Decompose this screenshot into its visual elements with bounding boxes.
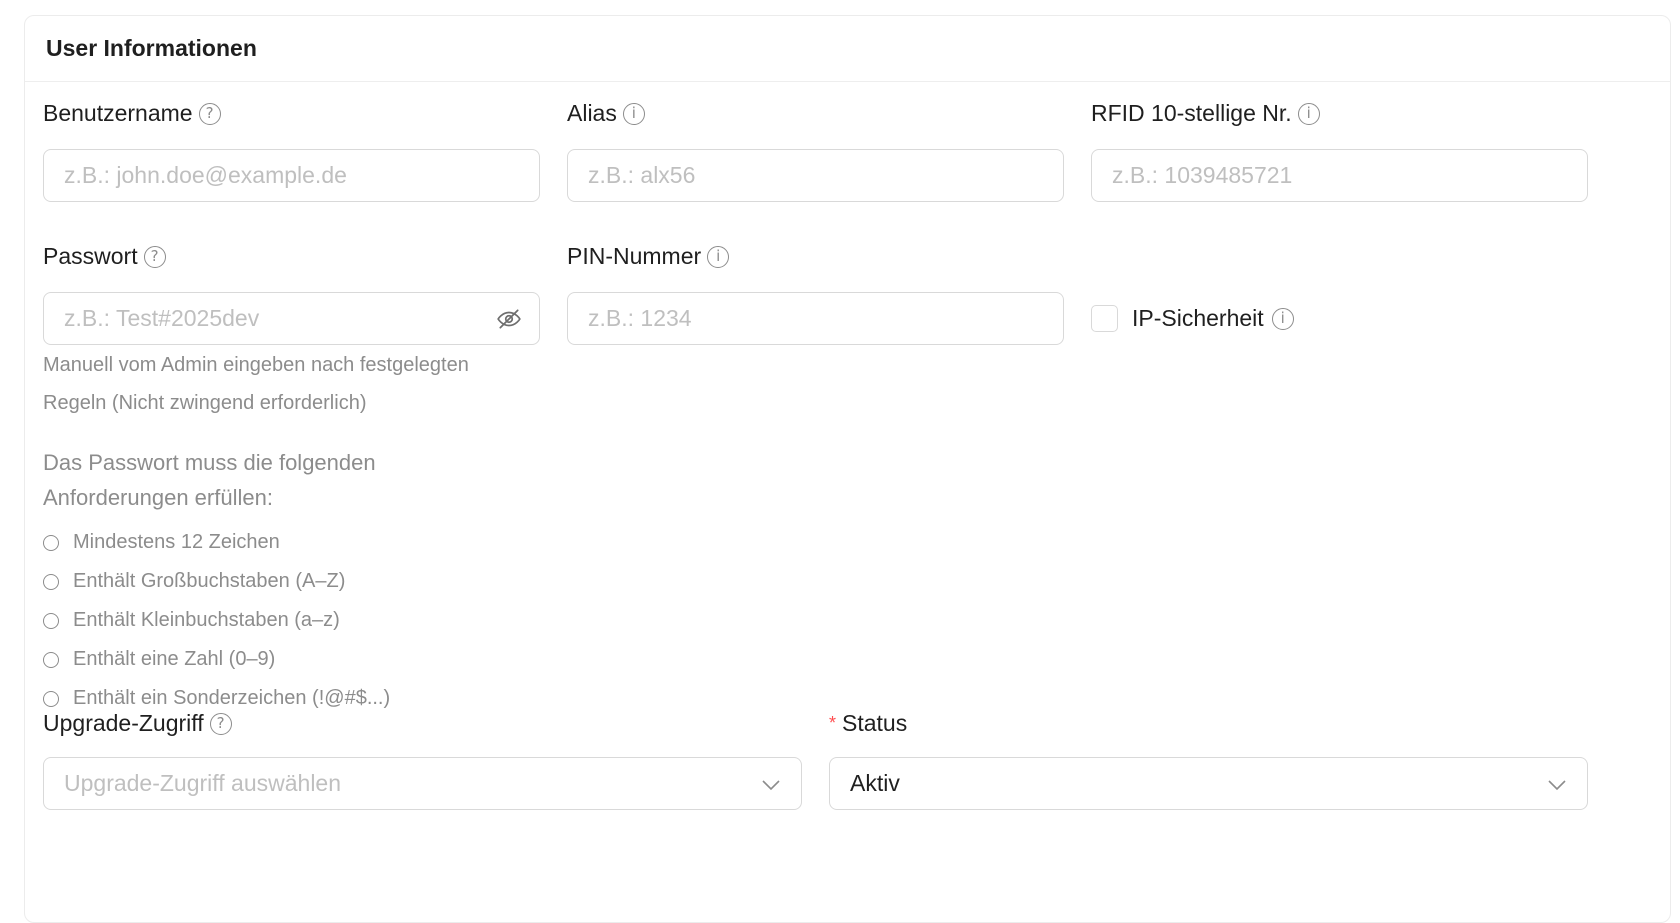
status-label: * Status <box>829 710 908 736</box>
chevron-down-icon <box>1547 770 1567 797</box>
requirement-item: Enthält Großbuchstaben (A–Z) <box>43 562 390 601</box>
circle-icon <box>43 612 59 629</box>
password-input[interactable] <box>43 292 540 345</box>
user-info-card: User Informationen Benutzername ? Alias … <box>24 15 1671 923</box>
card-title: User Informationen <box>46 35 257 61</box>
info-circle-icon[interactable]: i <box>1297 102 1320 125</box>
ip-security-row[interactable]: IP-Sicherheit i <box>1091 305 1294 332</box>
pin-label: PIN-Nummer i <box>567 243 730 270</box>
requirement-item: Enthält Kleinbuchstaben (a–z) <box>43 601 390 640</box>
upgrade-access-label: Upgrade-Zugriff ? <box>43 710 232 737</box>
alias-label: Alias i <box>567 100 645 127</box>
upgrade-access-select[interactable]: Upgrade-Zugriff auswählen <box>43 757 802 810</box>
required-mark: * <box>829 713 837 733</box>
status-select[interactable]: Aktiv <box>829 757 1588 810</box>
circle-icon <box>43 534 59 551</box>
alias-input[interactable] <box>567 149 1064 202</box>
question-circle-icon[interactable]: ? <box>198 102 221 125</box>
password-help: Manuell vom Admin eingeben nach festgele… <box>43 354 469 414</box>
username-input[interactable] <box>43 149 540 202</box>
ip-security-label: IP-Sicherheit <box>1132 305 1264 331</box>
username-label: Benutzername ? <box>43 100 221 127</box>
password-requirements: Das Passwort muss die folgenden Anforder… <box>43 445 390 718</box>
chevron-down-icon <box>761 770 781 797</box>
pin-input[interactable] <box>567 292 1064 345</box>
card-header: User Informationen <box>25 16 1670 82</box>
ip-security-checkbox[interactable] <box>1091 305 1118 332</box>
rfid-input[interactable] <box>1091 149 1588 202</box>
circle-icon <box>43 573 59 590</box>
requirement-item: Enthält eine Zahl (0–9) <box>43 640 390 679</box>
info-circle-icon[interactable]: i <box>1271 307 1294 330</box>
circle-icon <box>43 651 59 668</box>
rfid-label: RFID 10-stellige Nr. i <box>1091 100 1320 127</box>
eye-off-icon[interactable] <box>495 305 522 332</box>
question-circle-icon[interactable]: ? <box>209 712 232 735</box>
password-field <box>43 292 540 345</box>
password-label: Passwort ? <box>43 243 166 270</box>
question-circle-icon[interactable]: ? <box>143 245 166 268</box>
info-circle-icon[interactable]: i <box>707 245 730 268</box>
info-circle-icon[interactable]: i <box>622 102 645 125</box>
requirements-list: Mindestens 12 Zeichen Enthält Großbuchst… <box>43 523 390 718</box>
requirement-item: Mindestens 12 Zeichen <box>43 523 390 562</box>
circle-icon <box>43 690 59 707</box>
